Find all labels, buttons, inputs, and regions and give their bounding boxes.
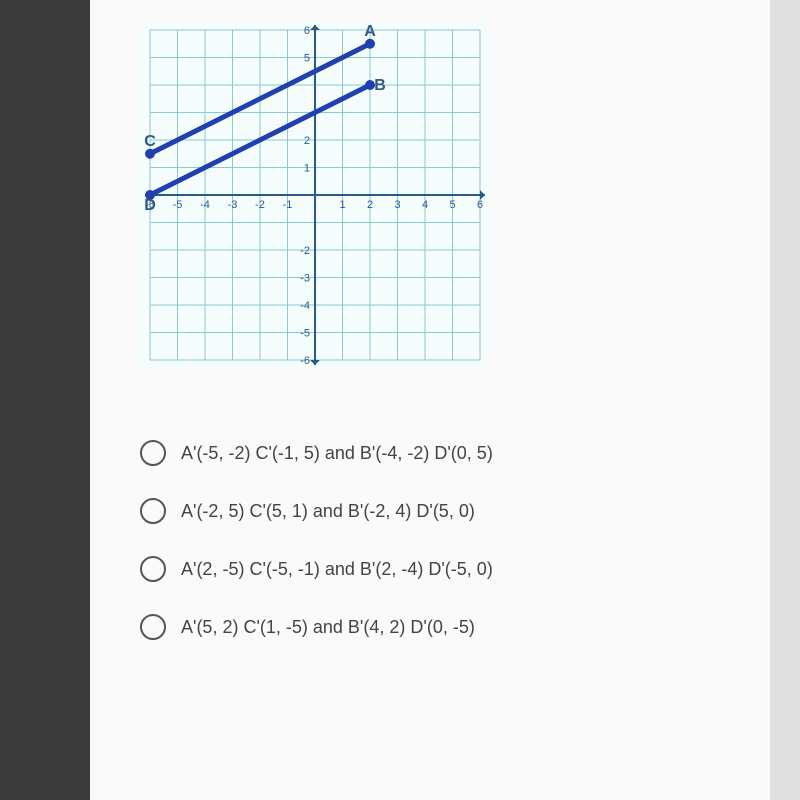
svg-text:1: 1 xyxy=(339,199,345,211)
svg-text:-5: -5 xyxy=(300,328,310,340)
content-area: -6-5-4-3-2-1123456-6-5-4-3-21256ABCD A'(… xyxy=(90,0,770,800)
svg-text:-5: -5 xyxy=(173,199,183,211)
svg-text:C: C xyxy=(144,133,156,150)
svg-text:6: 6 xyxy=(477,199,483,211)
svg-text:-4: -4 xyxy=(300,300,310,312)
svg-text:3: 3 xyxy=(394,199,400,211)
svg-text:-1: -1 xyxy=(283,199,293,211)
svg-text:5: 5 xyxy=(304,53,310,65)
radio-icon[interactable] xyxy=(140,440,166,466)
svg-text:D: D xyxy=(144,197,156,214)
svg-text:2: 2 xyxy=(367,199,373,211)
option-row-3[interactable]: A'(5, 2) C'(1, -5) and B'(4, 2) D'(0, -5… xyxy=(140,614,770,640)
option-text: A'(-2, 5) C'(5, 1) and B'(-2, 4) D'(5, 0… xyxy=(181,501,475,522)
left-dark-bar xyxy=(0,0,90,800)
option-row-0[interactable]: A'(-5, -2) C'(-1, 5) and B'(-4, -2) D'(0… xyxy=(140,440,770,466)
svg-text:B: B xyxy=(374,77,386,94)
svg-text:-6: -6 xyxy=(300,355,310,367)
radio-icon[interactable] xyxy=(140,614,166,640)
svg-text:-2: -2 xyxy=(255,199,265,211)
svg-text:-4: -4 xyxy=(200,199,210,211)
svg-text:-2: -2 xyxy=(300,245,310,257)
option-text: A'(5, 2) C'(1, -5) and B'(4, 2) D'(0, -5… xyxy=(181,617,475,638)
option-text: A'(-5, -2) C'(-1, 5) and B'(-4, -2) D'(0… xyxy=(181,443,493,464)
option-row-2[interactable]: A'(2, -5) C'(-5, -1) and B'(2, -4) D'(-5… xyxy=(140,556,770,582)
svg-text:5: 5 xyxy=(449,199,455,211)
radio-icon[interactable] xyxy=(140,498,166,524)
svg-text:2: 2 xyxy=(304,135,310,147)
answer-options: A'(-5, -2) C'(-1, 5) and B'(-4, -2) D'(0… xyxy=(140,440,770,640)
svg-text:6: 6 xyxy=(304,25,310,37)
svg-text:4: 4 xyxy=(422,199,428,211)
svg-text:-3: -3 xyxy=(228,199,238,211)
coordinate-chart: -6-5-4-3-2-1123456-6-5-4-3-21256ABCD xyxy=(140,20,490,370)
svg-text:1: 1 xyxy=(304,163,310,175)
svg-text:A: A xyxy=(364,23,376,40)
radio-icon[interactable] xyxy=(140,556,166,582)
option-text: A'(2, -5) C'(-5, -1) and B'(2, -4) D'(-5… xyxy=(181,559,493,580)
svg-text:-3: -3 xyxy=(300,273,310,285)
option-row-1[interactable]: A'(-2, 5) C'(5, 1) and B'(-2, 4) D'(5, 0… xyxy=(140,498,770,524)
